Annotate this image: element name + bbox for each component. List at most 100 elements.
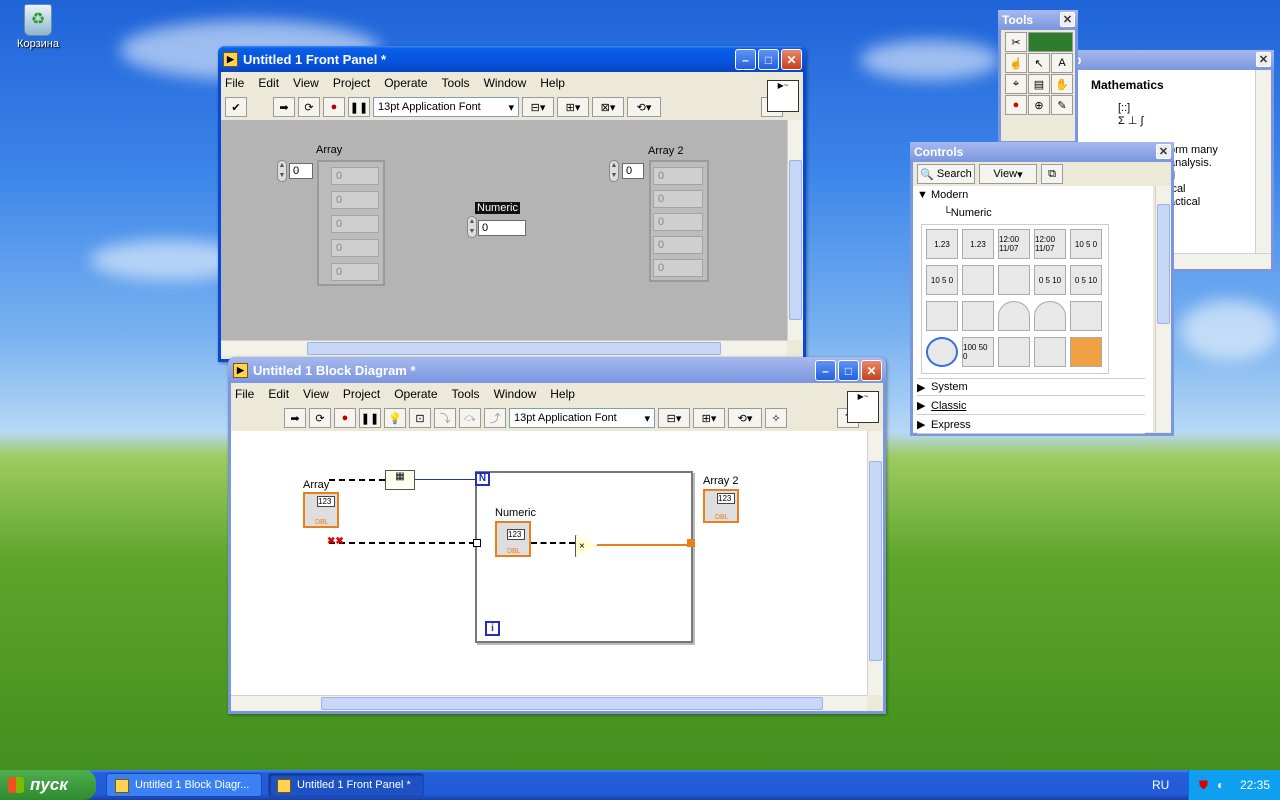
view-button[interactable]: View ▾ — [979, 164, 1037, 184]
menu-help[interactable]: Help — [550, 387, 575, 401]
automatic-selection-icon[interactable] — [1028, 32, 1073, 52]
menu-operate[interactable]: Operate — [394, 387, 437, 401]
horizontal-fill-slide-icon[interactable]: 0 5 10 — [1034, 265, 1066, 295]
horizontal-graduated-bar-icon[interactable] — [962, 301, 994, 331]
menu-window[interactable]: Window — [484, 76, 527, 90]
scroll-thumb[interactable] — [789, 160, 802, 320]
array-index-spinner[interactable]: ▲ ▼ — [277, 160, 287, 182]
language-indicator[interactable]: RU — [1152, 778, 1169, 792]
breakpoint-tool-icon[interactable]: ● — [1005, 95, 1027, 115]
dial-icon[interactable] — [1034, 301, 1066, 331]
vertical-scrollbar[interactable] — [787, 120, 803, 340]
menu-help[interactable]: Help — [540, 76, 565, 90]
numeric-terminal[interactable]: 123 DBL — [495, 521, 531, 557]
menu-view[interactable]: View — [303, 387, 329, 401]
step-out-icon[interactable]: ⤴ — [484, 408, 506, 428]
horizontal-scrollbar[interactable] — [231, 695, 867, 711]
scroll-thumb[interactable] — [321, 697, 823, 710]
for-loop-structure[interactable] — [475, 471, 693, 643]
checkmark-icon[interactable]: ✔ — [225, 97, 247, 117]
tools-palette[interactable]: Tools ✕ ✂ ☝ ↖ A ⌖ ▤ ✋ ● ⊕ ✎ — [998, 10, 1078, 144]
front-panel-window[interactable]: ▶ Untitled 1 Front Panel * – □ ✕ File Ed… — [218, 46, 806, 362]
security-shield-icon[interactable]: ⛊ — [1199, 778, 1208, 793]
clock[interactable]: 22:35 — [1240, 778, 1270, 792]
horizontal-pointer-slide-icon[interactable]: 0 5 10 — [1070, 265, 1102, 295]
minimize-icon[interactable]: – — [815, 360, 836, 381]
vertical-fill-slide-icon[interactable]: 10 5 0 — [1070, 229, 1102, 259]
menu-operate[interactable]: Operate — [384, 76, 427, 90]
knob-icon[interactable] — [998, 301, 1030, 331]
meter-icon[interactable] — [1070, 301, 1102, 331]
shortcut-menu-tool-icon[interactable]: ▤ — [1028, 74, 1050, 94]
pause-icon[interactable]: ❚❚ — [359, 408, 381, 428]
run-continuously-icon[interactable]: ⟳ — [309, 408, 331, 428]
distribute-objects-icon[interactable]: ⊞▾ — [557, 97, 589, 117]
vertical-graduated-bar-icon[interactable] — [998, 265, 1030, 295]
wiring-tool-icon[interactable]: ⌖ — [1005, 74, 1027, 94]
retain-wire-values-icon[interactable]: ⊡ — [409, 408, 431, 428]
loop-count-terminal[interactable]: N — [475, 472, 490, 486]
tree-item-classic[interactable]: ▶ Classic — [917, 397, 1145, 415]
numeric-spinner[interactable]: ▲ ▼ — [467, 216, 477, 238]
array2-index-spinner[interactable]: ▲ ▼ — [609, 160, 619, 182]
numeric-control-icon[interactable]: 1.23 — [926, 229, 958, 259]
time-stamp-control-icon[interactable]: 12:00 11/07 — [998, 229, 1030, 259]
menu-edit[interactable]: Edit — [268, 387, 289, 401]
align-objects-icon[interactable]: ⊟▾ — [658, 408, 690, 428]
taskbar-button-front-panel[interactable]: Untitled 1 Front Panel * — [268, 773, 424, 797]
array2-terminal[interactable]: 123 DBL — [703, 489, 739, 523]
loop-iteration-terminal[interactable]: i — [485, 621, 500, 636]
maximize-icon[interactable]: □ — [758, 49, 779, 70]
tree-item-modern[interactable]: ▼ Modern — [917, 186, 1145, 204]
restore-palette-icon[interactable]: ⧉ — [1041, 164, 1063, 184]
horizontal-scrollbar[interactable] — [221, 340, 787, 356]
scroll-thumb[interactable] — [869, 461, 882, 661]
text-tool-icon[interactable]: A — [1051, 53, 1073, 73]
maximize-icon[interactable]: □ — [838, 360, 859, 381]
controls-palette[interactable]: Controls ✕ 🔍 Search View ▾ ⧉ ▼ Modern └ Nume… — [910, 142, 1174, 436]
font-dropdown[interactable]: 13pt Application Font ▾ — [509, 408, 655, 428]
array-terminal[interactable]: 123 DBL — [303, 492, 339, 528]
recycle-bin-desktop-icon[interactable]: ♻ Корзина — [10, 4, 66, 50]
scroll-tool-icon[interactable]: ✋ — [1051, 74, 1073, 94]
search-button[interactable]: 🔍 Search — [917, 164, 975, 184]
array-element[interactable]: 0 — [331, 215, 379, 233]
menu-file[interactable]: File — [235, 387, 254, 401]
clean-up-diagram-icon[interactable]: ✧ — [765, 408, 787, 428]
help-vertical-scrollbar[interactable] — [1255, 70, 1271, 254]
tree-item-express[interactable]: ▶ Express — [917, 416, 1145, 434]
align-objects-icon[interactable]: ⊟▾ — [522, 97, 554, 117]
tree-item-system[interactable]: ▶ System — [917, 378, 1145, 396]
menu-project[interactable]: Project — [343, 387, 380, 401]
run-arrow-icon[interactable]: ➡ — [284, 408, 306, 428]
array2-index-field[interactable]: 0 — [622, 163, 644, 179]
distribute-objects-icon[interactable]: ⊞▾ — [693, 408, 725, 428]
close-icon[interactable]: ✕ — [1060, 12, 1075, 27]
scroll-thumb[interactable] — [307, 342, 721, 355]
time-stamp-indicator-icon[interactable]: 12:00 11/07 — [1034, 229, 1066, 259]
abort-icon[interactable]: ● — [323, 97, 345, 117]
menu-tools[interactable]: Tools — [452, 387, 480, 401]
horizontal-progress-bar-icon[interactable] — [926, 301, 958, 331]
palette-vertical-scrollbar[interactable] — [1155, 186, 1171, 432]
menu-tools[interactable]: Tools — [442, 76, 470, 90]
scroll-thumb[interactable] — [1157, 204, 1170, 324]
thermometer-icon[interactable]: 100 50 0 — [962, 337, 994, 367]
array-element[interactable]: 0 — [331, 263, 379, 281]
front-panel-titlebar[interactable]: ▶ Untitled 1 Front Panel * – □ ✕ — [218, 46, 806, 72]
run-continuously-icon[interactable]: ⟳ — [298, 97, 320, 117]
run-arrow-icon[interactable]: ➡ — [273, 97, 295, 117]
start-button[interactable]: пуск — [0, 770, 96, 800]
menu-view[interactable]: View — [293, 76, 319, 90]
close-icon[interactable]: ✕ — [1256, 52, 1271, 67]
close-icon[interactable]: ✕ — [781, 49, 802, 70]
color-box-icon[interactable] — [1070, 337, 1102, 367]
array-element[interactable]: 0 — [331, 239, 379, 257]
resize-objects-icon[interactable]: ⊠▾ — [592, 97, 624, 117]
step-into-icon[interactable]: ⤵ — [434, 408, 456, 428]
auto-tool-icon[interactable]: ✂ — [1005, 32, 1027, 52]
numeric-control-field[interactable]: 0 — [478, 220, 526, 236]
reorder-icon[interactable]: ⟲▾ — [728, 408, 762, 428]
menu-project[interactable]: Project — [333, 76, 370, 90]
font-dropdown[interactable]: 13pt Application Font ▾ — [373, 97, 519, 117]
